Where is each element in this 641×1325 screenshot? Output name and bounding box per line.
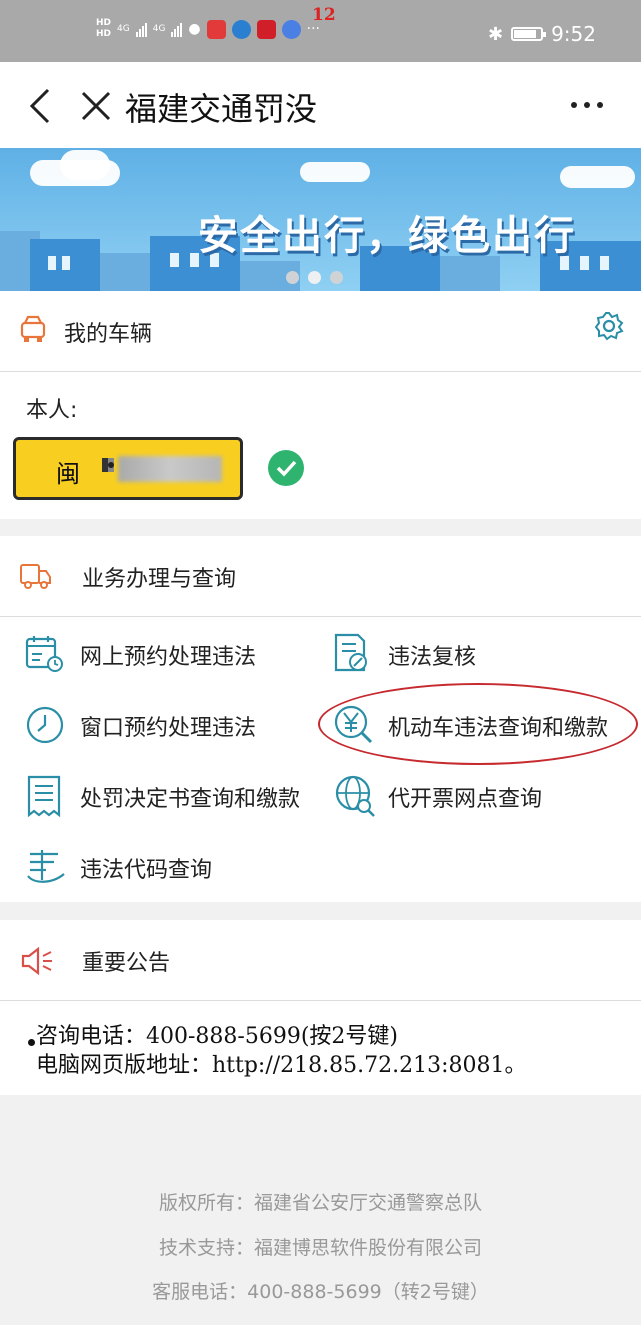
services-heading: 业务办理与查询 <box>82 567 237 592</box>
app-weibo-icon <box>256 19 276 39</box>
building-decoration <box>100 253 155 291</box>
app-music-icon <box>281 19 301 39</box>
document-edit-icon[interactable] <box>332 632 372 674</box>
bullet-point <box>28 1039 35 1046</box>
license-plate[interactable]: 闽 <box>13 437 243 500</box>
notification-count: 12 <box>312 5 336 25</box>
service-invoice-outlets[interactable]: 代开票网点查询 <box>388 781 542 813</box>
back-icon[interactable] <box>28 88 52 124</box>
owner-label: 本人: <box>26 398 78 423</box>
calendar-clock-icon[interactable] <box>24 634 64 674</box>
battery-icon <box>511 27 547 41</box>
vehicles-header: 我的车辆 <box>0 291 641 372</box>
announcement-card: 重要公告 咨询电话：400-888-5699(按2号键) 电脑网页版地址：htt… <box>0 920 641 1095</box>
receipt-icon[interactable] <box>24 774 64 818</box>
plate-prefix: 闽 <box>56 460 80 488</box>
services-header: 业务办理与查询 <box>0 536 641 617</box>
app-red-icon <box>206 19 226 39</box>
service-violation-review[interactable]: 违法复核 <box>388 639 476 671</box>
announcement-heading: 重要公告 <box>82 951 171 976</box>
cloud-decoration <box>60 150 110 180</box>
wechat-icon: ● <box>188 21 201 37</box>
code-list-icon[interactable] <box>24 846 68 886</box>
carousel-indicator[interactable] <box>286 271 343 284</box>
building-decoration <box>440 256 500 291</box>
service-window-appointment[interactable]: 窗口预约处理违法 <box>80 710 256 742</box>
cloud-decoration <box>300 162 370 182</box>
plate-separator <box>108 462 114 468</box>
page-title: 福建交通罚没 <box>125 90 318 128</box>
carousel-dot[interactable] <box>286 271 299 284</box>
footer-support: 技术支持：福建博思软件股份有限公司 <box>158 1237 482 1259</box>
vehicles-heading: 我的车辆 <box>64 322 153 347</box>
web-address: 电脑网页版地址：http://218.85.72.213:8081。 <box>36 1053 527 1078</box>
title-bar: 福建交通罚没 <box>0 62 641 148</box>
close-icon[interactable] <box>80 90 112 122</box>
footer-hotline: 客服电话：400-888-5699（转2号键） <box>152 1281 489 1303</box>
carousel-dot[interactable] <box>330 271 343 284</box>
service-penalty-decision[interactable]: 处罚决定书查询和缴款 <box>80 781 300 813</box>
bluetooth-icon: ✱ <box>487 23 504 45</box>
signal-icon <box>135 21 147 37</box>
app-blue-icon <box>231 19 251 39</box>
highlight-annotation <box>318 683 638 765</box>
car-icon <box>20 315 46 342</box>
gear-icon[interactable] <box>594 311 624 341</box>
truck-icon <box>20 564 51 589</box>
banner-slogan: 安全出行，绿色出行 <box>198 213 576 259</box>
consult-phone: 咨询电话：400-888-5699(按2号键) <box>36 1024 399 1049</box>
service-violation-code[interactable]: 违法代码查询 <box>80 852 212 884</box>
footer-copyright: 版权所有：福建省公安厅交通警察总队 <box>158 1192 482 1214</box>
signal-icon <box>171 21 183 37</box>
status-bar: HD HD 4G 4G ● ··· 12 ✱ 9:52 <box>0 0 641 62</box>
plate-redacted <box>118 456 222 482</box>
network-4g-label: 4G <box>152 24 166 34</box>
hd-indicator: HD HD <box>96 18 112 39</box>
clock-icon[interactable] <box>24 704 66 746</box>
network-4g-label: 4G <box>117 24 130 34</box>
announcement-header: 重要公告 <box>0 920 641 1001</box>
globe-search-icon[interactable] <box>334 774 376 818</box>
speaker-icon <box>21 946 52 976</box>
carousel-dot[interactable] <box>308 271 321 284</box>
verified-check-icon <box>268 450 304 486</box>
banner-carousel[interactable]: 安全出行，绿色出行 <box>0 148 641 291</box>
clock-time: 9:52 <box>551 22 596 46</box>
cloud-decoration <box>560 166 635 188</box>
more-menu-icon[interactable] <box>571 102 603 108</box>
service-online-appointment[interactable]: 网上预约处理违法 <box>80 639 256 671</box>
